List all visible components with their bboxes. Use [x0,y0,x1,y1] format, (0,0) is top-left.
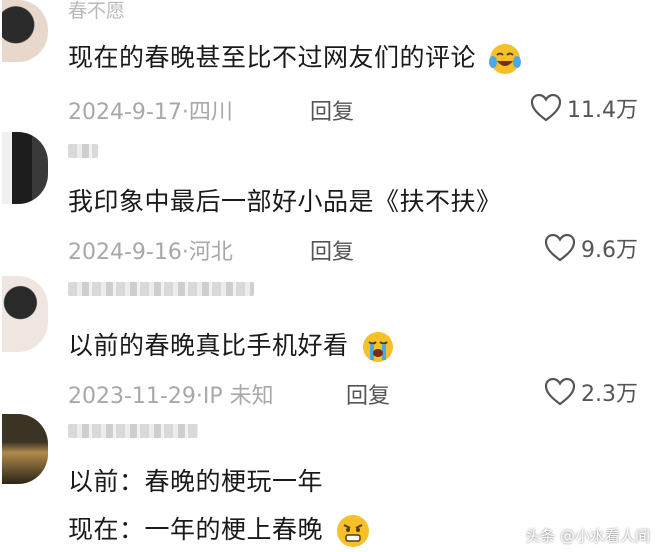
username-blurred[interactable] [68,282,254,296]
like-button[interactable]: 2.3万 [545,376,638,408]
username[interactable]: 春不愿 [68,0,125,23]
avatar[interactable] [2,414,48,484]
avatar[interactable] [2,132,48,204]
reply-button[interactable]: 回复 [346,378,390,410]
reply-button[interactable]: 回复 [310,94,354,126]
comment-text-content: 现在的春晚甚至比不过网友们的评论 [68,43,477,72]
heart-icon [531,94,561,122]
comment-text: 我印象中最后一部好小品是《扶不扶》 [68,182,502,218]
watermark: 头条 @小水看人间 [525,527,650,545]
heart-icon [545,234,575,262]
comment-date: 2023-11-29 [68,384,196,409]
comment-text: 以前的春晚真比手机好看 [68,326,395,364]
like-button[interactable]: 9.6万 [545,232,638,264]
comment-date: 2024-9-16 [68,240,182,265]
username-blurred[interactable] [68,424,198,438]
crying-icon [362,332,393,362]
reply-button[interactable]: 回复 [310,234,354,266]
comment-line-2-text: 现在：一年的梗上春晚 [68,515,324,544]
comment-meta: 2024-9-16·河北 [68,240,233,265]
comment-text-content: 我印象中最后一部好小品是《扶不扶》 [68,187,502,216]
comment-location: 河北 [188,240,233,265]
comment-location: IP 未知 [202,384,274,409]
comment-text: 现在的春晚甚至比不过网友们的评论 [68,38,522,76]
comment-line-1: 以前：春晚的梗玩一年 [68,467,324,496]
comment-meta: 2024-9-17·四川 [68,100,233,125]
comment-date: 2024-9-17 [68,100,182,125]
avatar[interactable] [2,276,48,352]
like-count: 2.3万 [581,382,638,407]
username-blurred[interactable] [68,144,98,158]
laughing-crying-icon [489,44,522,74]
pained-face-icon [337,515,370,547]
comment-text-content: 以前的春晚真比手机好看 [68,331,349,360]
avatar[interactable] [2,0,48,62]
heart-icon [545,378,575,406]
like-count: 11.4万 [567,98,638,123]
like-button[interactable]: 11.4万 [531,92,638,124]
comment-meta: 2023-11-29·IP 未知 [68,384,274,409]
comment-line-2: 现在：一年的梗上春晚 [68,510,371,549]
like-count: 9.6万 [581,238,638,263]
comment-location: 四川 [188,100,233,125]
